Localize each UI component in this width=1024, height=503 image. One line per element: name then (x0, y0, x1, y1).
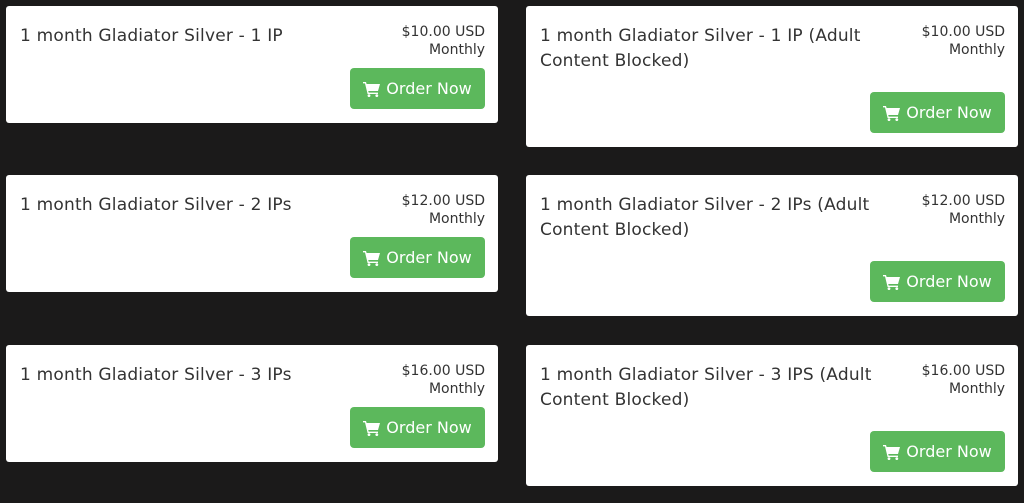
billing-cycle: Monthly (948, 211, 1005, 227)
order-now-button[interactable]: Order Now (870, 261, 1005, 302)
product-price: $10.00 USD Monthly (922, 23, 1005, 59)
price-amount: $10.00 USD (921, 24, 1005, 40)
order-now-button[interactable]: Order Now (870, 431, 1005, 472)
order-now-label: Order Now (386, 248, 472, 267)
billing-cycle: Monthly (428, 381, 485, 397)
product-price: $12.00 USD Monthly (402, 192, 485, 228)
order-now-label: Order Now (906, 272, 992, 291)
order-now-label: Order Now (386, 79, 472, 98)
shopping-cart-icon (363, 250, 381, 266)
billing-cycle: Monthly (948, 381, 1005, 397)
billing-cycle: Monthly (428, 42, 485, 58)
product-card-silver-1ip: 1 month Gladiator Silver - 1 IP $10.00 U… (6, 6, 498, 123)
price-amount: $12.00 USD (921, 193, 1005, 209)
price-amount: $12.00 USD (401, 193, 485, 209)
product-name: 1 month Gladiator Silver - 2 IPs (20, 195, 292, 215)
order-now-label: Order Now (386, 418, 472, 437)
shopping-cart-icon (363, 81, 381, 97)
order-now-button[interactable]: Order Now (350, 237, 485, 278)
product-name: 1 month Gladiator Silver - 1 IP (Adult C… (540, 26, 861, 71)
shopping-cart-icon (883, 444, 901, 460)
product-name: 1 month Gladiator Silver - 3 IPS (Adult … (540, 365, 872, 410)
billing-cycle: Monthly (948, 42, 1005, 58)
product-card-silver-1ip-adult-blocked: 1 month Gladiator Silver - 1 IP (Adult C… (526, 6, 1018, 147)
price-amount: $16.00 USD (921, 363, 1005, 379)
order-now-button[interactable]: Order Now (350, 407, 485, 448)
product-card-silver-3ips-adult-blocked: 1 month Gladiator Silver - 3 IPS (Adult … (526, 345, 1018, 486)
product-name: 1 month Gladiator Silver - 3 IPs (20, 365, 292, 385)
order-now-button[interactable]: Order Now (350, 68, 485, 109)
shopping-cart-icon (883, 274, 901, 290)
product-card-silver-2ips-adult-blocked: 1 month Gladiator Silver - 2 IPs (Adult … (526, 175, 1018, 316)
shopping-cart-icon (883, 105, 901, 121)
product-price: $16.00 USD Monthly (922, 362, 1005, 398)
order-now-label: Order Now (906, 103, 992, 122)
product-card-silver-2ips: 1 month Gladiator Silver - 2 IPs $12.00 … (6, 175, 498, 292)
product-price: $10.00 USD Monthly (402, 23, 485, 59)
order-now-button[interactable]: Order Now (870, 92, 1005, 133)
price-amount: $10.00 USD (401, 24, 485, 40)
order-now-label: Order Now (906, 442, 992, 461)
product-card-silver-3ips: 1 month Gladiator Silver - 3 IPs $16.00 … (6, 345, 498, 462)
product-price: $16.00 USD Monthly (402, 362, 485, 398)
product-name: 1 month Gladiator Silver - 2 IPs (Adult … (540, 195, 870, 240)
price-amount: $16.00 USD (401, 363, 485, 379)
product-price: $12.00 USD Monthly (922, 192, 1005, 228)
product-name: 1 month Gladiator Silver - 1 IP (20, 26, 283, 46)
shopping-cart-icon (363, 420, 381, 436)
billing-cycle: Monthly (428, 211, 485, 227)
